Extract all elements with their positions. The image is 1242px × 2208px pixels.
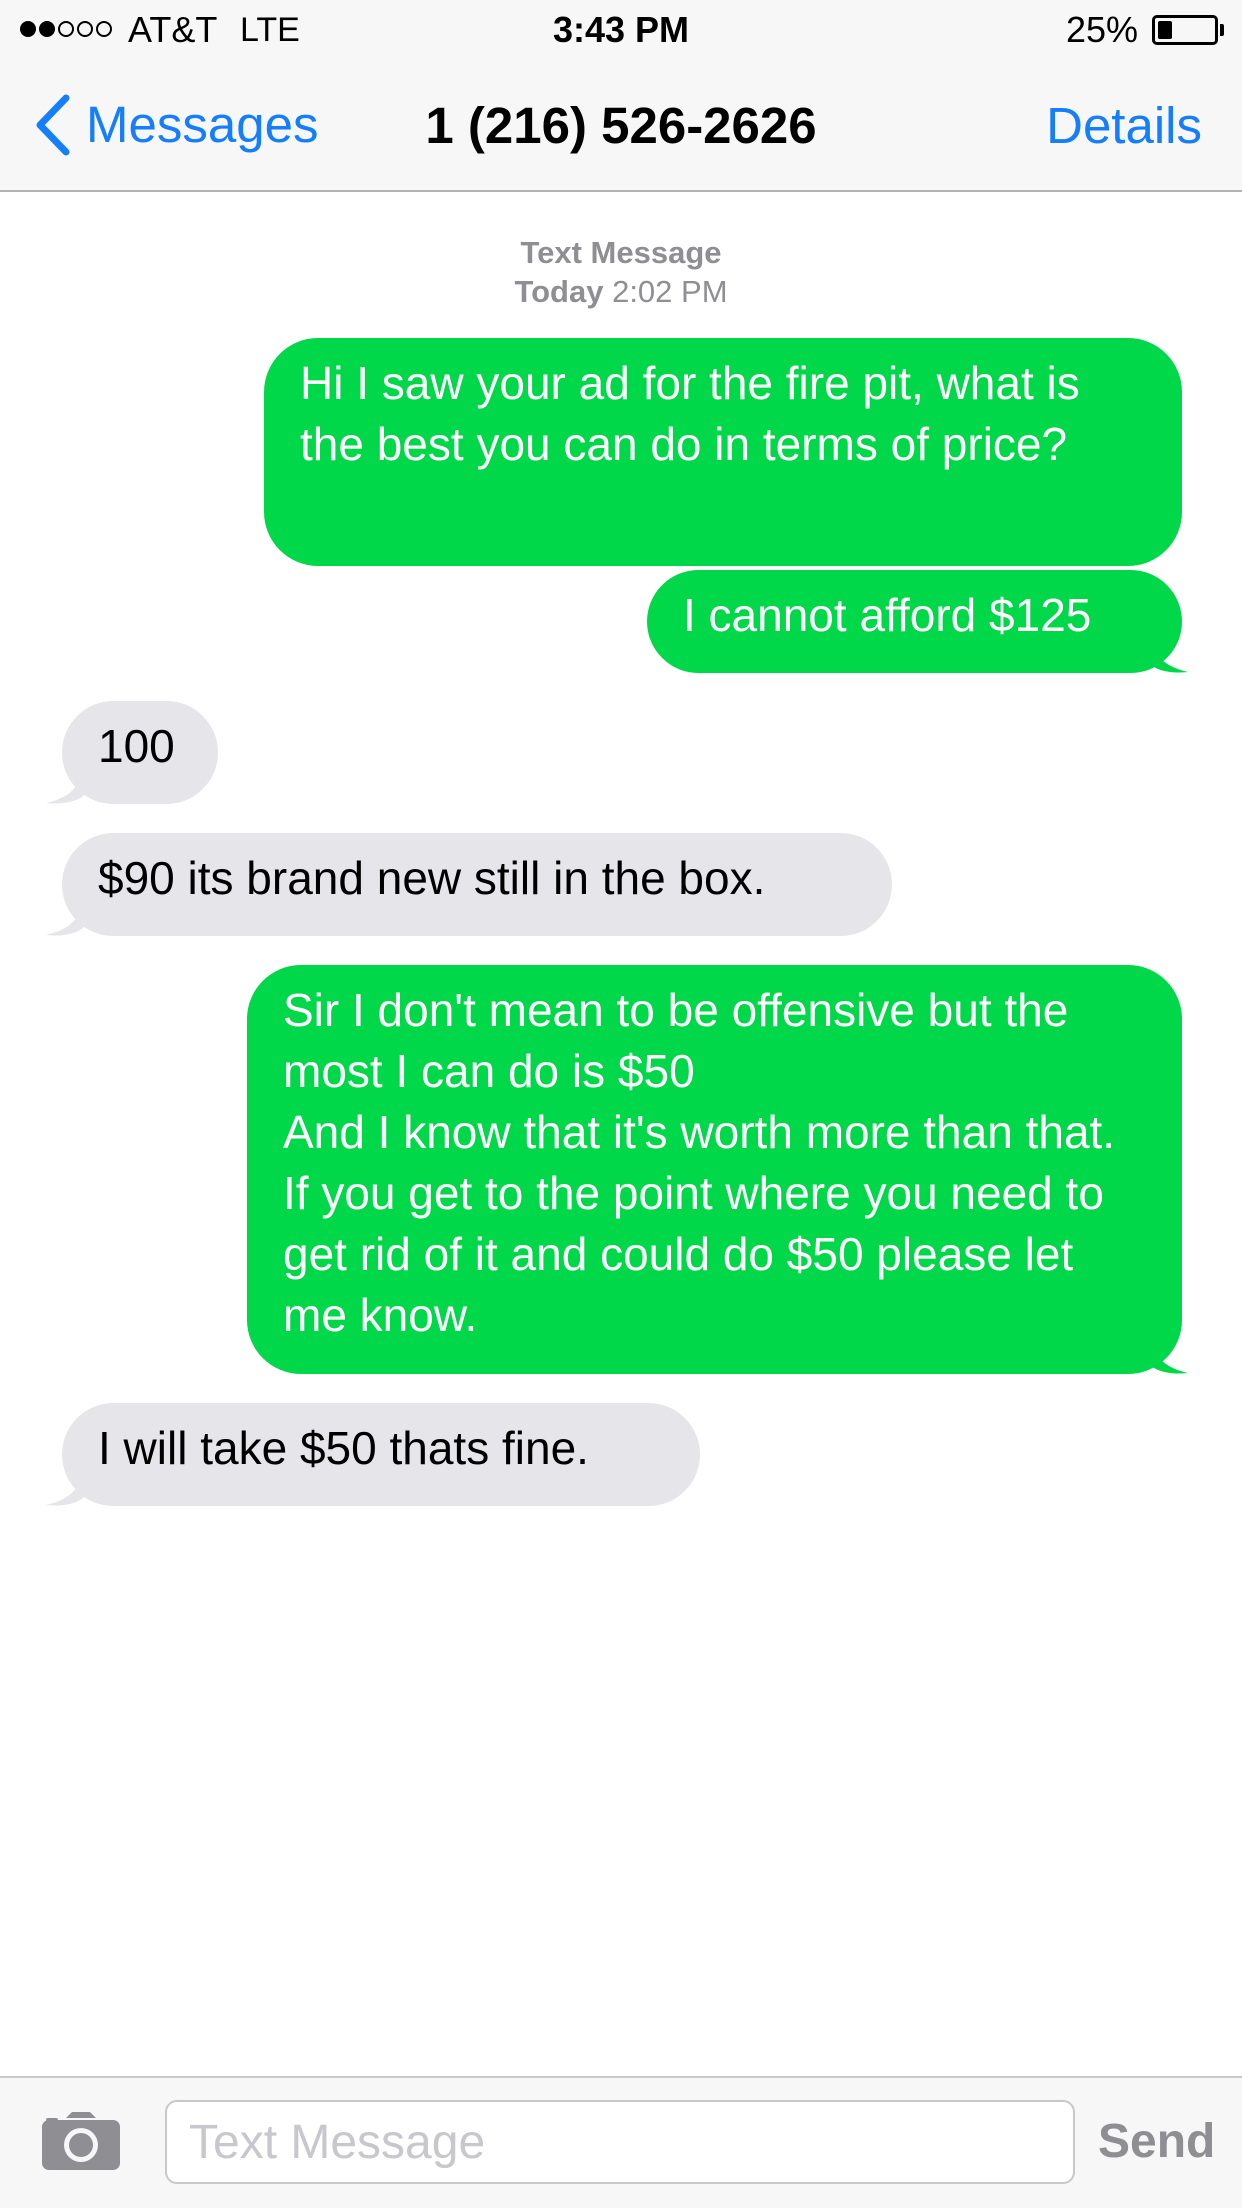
- message-day: Today: [514, 274, 604, 309]
- received-bubble-tail: [46, 1463, 84, 1506]
- received-message-bubble[interactable]: 100: [62, 701, 218, 804]
- status-time: 3:43 PM: [552, 9, 690, 50]
- received-message-bubble[interactable]: $90 its brand new still in the box.: [62, 833, 892, 936]
- details-button[interactable]: Details: [1046, 96, 1202, 156]
- sent-message-bubble[interactable]: Hi I saw your ad for the fire pit, what …: [264, 338, 1182, 566]
- status-bar: AT&T LTE 3:43 PM 25%: [0, 0, 1242, 60]
- back-to-messages-button[interactable]: Messages: [32, 92, 318, 158]
- message-time: 2:02 PM: [612, 274, 728, 309]
- sent-message-bubble[interactable]: I cannot afford $125: [647, 570, 1182, 673]
- received-bubble-tail: [46, 893, 84, 936]
- camera-icon[interactable]: [42, 2110, 120, 2172]
- message-date-label: Today 2:02 PM: [0, 272, 1242, 311]
- message-type-label: Text Message: [520, 235, 722, 270]
- message-text-field[interactable]: [165, 2100, 1075, 2184]
- message-input-bar: Send: [0, 2076, 1242, 2208]
- received-message-bubble[interactable]: I will take $50 thats fine.: [62, 1403, 700, 1506]
- chevron-left-icon: [36, 94, 70, 156]
- back-button-label: Messages: [86, 96, 319, 153]
- battery-level-fill: [1158, 21, 1172, 39]
- battery-tip: [1220, 24, 1224, 36]
- received-bubble-tail: [46, 761, 84, 804]
- send-button[interactable]: Send: [1098, 2104, 1215, 2180]
- sent-message-bubble[interactable]: Sir I don't mean to be offensive but the…: [247, 965, 1182, 1374]
- battery-percentage: 25%: [1065, 9, 1138, 50]
- battery-icon: [1152, 15, 1218, 45]
- sent-bubble-tail: [1150, 1331, 1188, 1374]
- conversation-timestamp: Text Message Today 2:02 PM: [0, 233, 1242, 311]
- sent-bubble-tail: [1150, 630, 1188, 673]
- navigation-bar: Messages 1 (216) 526-2626 Details: [0, 60, 1242, 192]
